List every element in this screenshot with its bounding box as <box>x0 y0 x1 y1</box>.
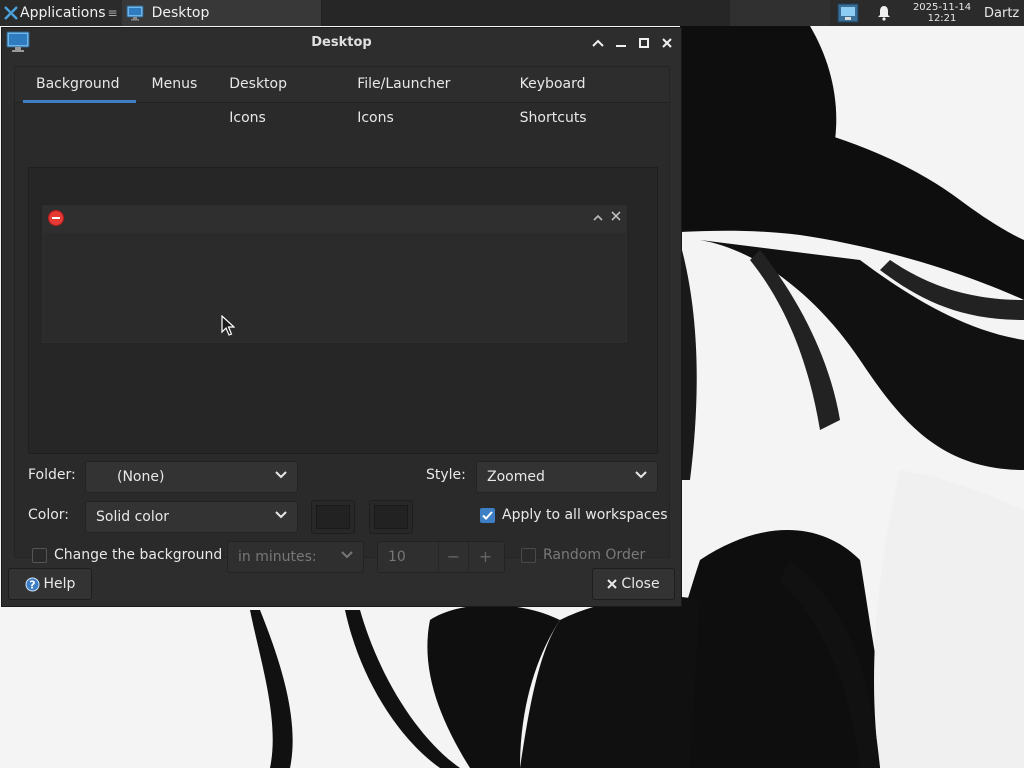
increment-button[interactable]: + <box>468 542 502 572</box>
change-background-label: Change the background <box>54 547 223 563</box>
svg-text:?: ? <box>29 578 35 591</box>
notification-bell-icon[interactable] <box>866 5 902 21</box>
close-icon <box>607 579 618 589</box>
display-settings-tray-icon[interactable] <box>830 3 866 23</box>
change-background-checkbox[interactable]: Change the background <box>32 547 222 563</box>
top-panel: Applications ≡ Desktop 2025-11-14 12:21 … <box>0 0 1024 26</box>
checkbox-unchecked-icon <box>521 547 536 563</box>
clock-time: 12:21 <box>927 13 957 24</box>
color-label: Color: <box>28 507 70 523</box>
clock-date: 2025-11-14 <box>912 2 972 13</box>
help-icon: ? <box>25 577 40 591</box>
close-button-label: Close <box>621 576 660 592</box>
chevron-down-icon <box>275 471 287 479</box>
applications-menu-icon: ≡ <box>107 6 118 20</box>
tab-file-launcher-icons[interactable]: File/Launcher Icons <box>341 67 503 126</box>
error-icon <box>48 210 64 226</box>
settings-notebook: Background Menus Desktop Icons File/Laun… <box>14 66 670 573</box>
error-dialog-close-button[interactable] <box>611 210 621 224</box>
error-dialog <box>41 204 628 344</box>
folder-combo[interactable]: (None) <box>85 461 298 493</box>
taskbar-button-desktop[interactable]: Desktop <box>121 0 322 26</box>
panel-clock[interactable]: 2025-11-14 12:21 <box>902 2 982 24</box>
panel-empty-area <box>730 0 830 26</box>
random-order-checkbox[interactable]: Random Order <box>521 547 645 563</box>
primary-color-button[interactable] <box>311 500 355 534</box>
folder-combo-value: (None) <box>117 469 165 485</box>
interval-unit-value: in minutes: <box>238 549 317 565</box>
shade-window-button[interactable] <box>589 34 606 51</box>
error-dialog-controls <box>593 210 621 224</box>
window-controls <box>589 34 675 51</box>
chevron-down-icon <box>635 471 647 479</box>
mouse-pointer-icon <box>221 315 235 336</box>
help-button-label: Help <box>43 576 76 592</box>
tab-background[interactable]: Background <box>15 67 136 103</box>
applications-label: Applications <box>20 5 106 21</box>
close-button[interactable]: Close <box>592 568 675 600</box>
error-dialog-shade-button[interactable] <box>593 210 603 224</box>
applications-menu[interactable]: Applications ≡ <box>0 0 122 26</box>
applications-icon <box>4 6 18 20</box>
style-label: Style: <box>426 467 466 483</box>
error-dialog-titlebar[interactable] <box>42 205 627 233</box>
desktop-settings-icon <box>126 5 144 21</box>
maximize-window-button[interactable] <box>635 34 652 51</box>
chevron-down-icon <box>275 511 287 519</box>
desktop-settings-window: Desktop Background Menus Desktop Icons F… <box>1 27 682 607</box>
taskbar-button-label: Desktop <box>151 5 210 21</box>
error-dialog-body <box>43 233 626 342</box>
random-order-label: Random Order <box>543 547 646 563</box>
panel-spacer <box>321 0 730 26</box>
tab-keyboard-shortcuts[interactable]: Keyboard Shortcuts <box>504 67 669 126</box>
checkbox-checked-icon <box>480 507 495 523</box>
tab-desktop-icons[interactable]: Desktop Icons <box>213 67 341 126</box>
tab-menus[interactable]: Menus <box>136 67 214 102</box>
folder-label: Folder: <box>28 467 76 483</box>
system-tray: 2025-11-14 12:21 Dartz <box>830 0 1024 26</box>
color-combo[interactable]: Solid color <box>85 501 298 533</box>
window-title: Desktop <box>311 35 372 50</box>
close-window-button[interactable] <box>658 34 675 51</box>
checkbox-unchecked-icon <box>32 547 47 563</box>
apply-all-workspaces-checkbox[interactable]: Apply to all workspaces <box>480 507 668 523</box>
help-button[interactable]: ? Help <box>8 568 92 600</box>
color-combo-value: Solid color <box>96 509 170 525</box>
user-name[interactable]: Dartz <box>984 6 1024 21</box>
interval-spinbutton[interactable]: 10 − + <box>377 541 505 573</box>
apply-all-workspaces-label: Apply to all workspaces <box>502 507 668 523</box>
style-combo-value: Zoomed <box>487 469 545 485</box>
interval-unit-combo[interactable]: in minutes: <box>227 541 364 573</box>
decrement-button[interactable]: − <box>438 542 468 572</box>
secondary-color-button[interactable] <box>369 500 413 534</box>
style-combo[interactable]: Zoomed <box>476 461 658 493</box>
minimize-window-button[interactable] <box>612 34 629 51</box>
chevron-down-icon <box>341 551 353 559</box>
window-titlebar[interactable]: Desktop <box>2 28 681 58</box>
tab-bar: Background Menus Desktop Icons File/Laun… <box>15 67 669 126</box>
interval-value[interactable]: 10 <box>378 542 438 572</box>
